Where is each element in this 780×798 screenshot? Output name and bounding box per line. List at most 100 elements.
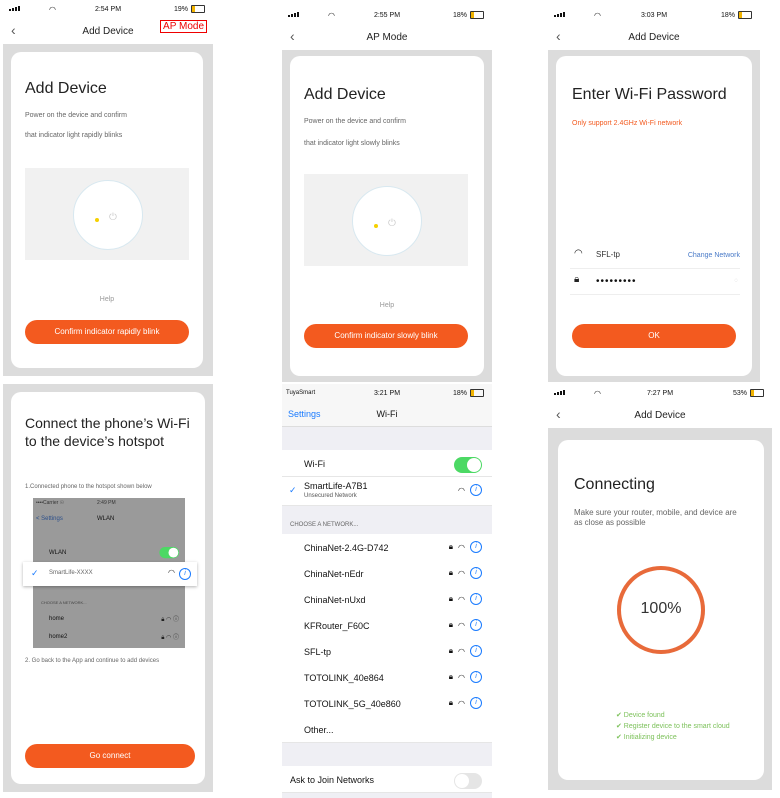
info-icon[interactable]: i <box>470 541 482 553</box>
indicator-light-icon <box>95 218 99 222</box>
connected-network-row[interactable]: ✓ SmartLife-A7B1 Unsecured Network ◠ i <box>282 477 492 506</box>
power-button-icon: ⏻ <box>109 212 117 223</box>
change-network-link[interactable]: Change Network <box>688 252 740 259</box>
confirm-rapid-blink-button[interactable]: Confirm indicator rapidly blink <box>25 320 189 344</box>
card-heading: Add Device <box>25 80 107 97</box>
network-row[interactable]: SFL-tp 🔒︎ ◠ i <box>282 638 492 665</box>
setup-step: ✔ Initializing device <box>616 734 677 741</box>
wifi-label: Wi-Fi <box>304 459 325 469</box>
info-icon: i <box>179 568 191 580</box>
wifi-icon: ◠ <box>168 568 175 577</box>
inner-wlan-row: WLAN <box>33 546 185 560</box>
lock-icon: 🔒︎ <box>448 568 454 577</box>
choose-network-header: CHOOSE A NETWORK... <box>290 522 359 528</box>
screen-ap-mode: ◠ 2:55 PM 18% ‹ AP Mode Add Device Power… <box>282 6 492 382</box>
info-icon[interactable]: i <box>470 567 482 579</box>
wifi-toggle[interactable] <box>454 457 482 473</box>
connecting-card: Connecting Make sure your router, mobile… <box>558 440 764 780</box>
ok-button[interactable]: OK <box>572 324 736 348</box>
battery-percent: 53% <box>732 389 747 397</box>
instruction-line-1: Power on the device and confirm <box>25 112 127 119</box>
info-icon[interactable]: i <box>470 645 482 657</box>
network-name: KFRouter_F60C <box>304 621 370 631</box>
network-row[interactable]: TOTOLINK_40e864 🔒︎ ◠ i <box>282 664 492 691</box>
divider <box>570 268 740 269</box>
connected-network-name: SmartLife-A7B1 <box>304 481 368 491</box>
instruction-card: Add Device Power on the device and confi… <box>290 56 484 376</box>
inner-wlan-label: WLAN <box>49 550 67 556</box>
battery-icon <box>470 11 484 19</box>
inner-home-label: home <box>49 616 65 622</box>
card-heading: Connect the phone’s Wi-Fi to the device’… <box>25 415 190 449</box>
hotspot-card: Connect the phone’s Wi-Fi to the device’… <box>11 392 205 784</box>
status-bar: ◠ 2:54 PM 19% <box>3 0 213 18</box>
battery-icon <box>738 11 752 19</box>
network-row[interactable]: TOTOLINK_5G_40e860 🔒︎ ◠ i <box>282 690 492 717</box>
wifi-icon: ◠ <box>458 485 465 495</box>
go-connect-button[interactable]: Go connect <box>25 744 195 768</box>
lock-icon: 🔒︎ <box>448 698 454 707</box>
help-link[interactable]: Help <box>290 302 484 309</box>
ask-join-row: Ask to Join Networks <box>282 766 492 793</box>
wifi-toggle-row: Wi-Fi <box>282 450 492 477</box>
inner-wlan-toggle <box>159 547 179 559</box>
highlighted-network-row: ✓ SmartLife-XXXX ◠ i <box>23 562 197 586</box>
connected-network-sub: Unsecured Network <box>304 493 357 499</box>
network-row[interactable]: ChinaNet-nUxd 🔒︎ ◠ i <box>282 586 492 613</box>
screen-connect-hotspot: Connect the phone’s Wi-Fi to the device’… <box>3 384 213 792</box>
step-2: 2. Go back to the App and continue to ad… <box>25 658 160 664</box>
ap-mode-link[interactable]: AP Mode <box>160 20 207 33</box>
check-icon: ✓ <box>31 568 39 578</box>
help-link[interactable]: Help <box>11 296 203 303</box>
inner-carrier: ••••Carrier ☉ <box>36 500 65 506</box>
network-row[interactable]: KFRouter_F60C 🔒︎ ◠ i <box>282 612 492 639</box>
ask-join-toggle[interactable] <box>454 773 482 789</box>
wifi-network-icon: ◠ <box>574 248 583 259</box>
instruction-line-2: that indicator light slowly blinks <box>304 140 400 147</box>
inner-home-icons: 🔒︎ ◠ ⓘ <box>161 617 179 623</box>
wifi-icon: ◠ <box>458 646 465 656</box>
battery-percent: 18% <box>452 389 467 397</box>
highlighted-network-label: SmartLife-XXXX <box>49 570 93 576</box>
device-illustration: ⏻ <box>304 174 468 266</box>
card-heading: Enter Wi-Fi Password <box>572 86 727 103</box>
divider <box>570 294 740 295</box>
check-icon: ✓ <box>289 485 297 495</box>
nav-bar: ‹ Add Device <box>548 24 760 50</box>
nav-title: Add Device <box>634 410 686 421</box>
card-heading: Connecting <box>574 476 655 493</box>
info-icon[interactable]: i <box>470 697 482 709</box>
step-1: 1.Connected phone to the hotspot shown b… <box>25 484 152 490</box>
lock-icon: 🔒︎ <box>448 594 454 603</box>
nav-bar: ‹ Add Device AP Mode <box>3 18 213 44</box>
nav-title: AP Mode <box>366 32 408 43</box>
network-row[interactable]: ChinaNet-2.4G-D742 🔒︎ ◠ i <box>282 534 492 561</box>
status-bar: ◠ 3:03 PM 18% <box>548 6 760 24</box>
lock-icon: 🔒︎ <box>448 646 454 655</box>
network-name: ChinaNet-nEdr <box>304 569 364 579</box>
network-row[interactable]: ChinaNet-nEdr 🔒︎ ◠ i <box>282 560 492 587</box>
battery-icon <box>750 389 764 397</box>
connecting-description: Make sure your router, mobile, and devic… <box>574 508 737 527</box>
battery-percent: 18% <box>452 11 467 19</box>
nav-title: Wi-Fi <box>376 409 398 419</box>
eye-icon[interactable]: ◌ <box>734 278 738 284</box>
status-bar: TuyaSmart 3:21 PM 18% <box>282 384 492 400</box>
frequency-note: Only support 2.4GHz Wi-Fi network <box>572 120 683 127</box>
info-icon[interactable]: i <box>470 484 482 496</box>
other-network-row[interactable]: Other... <box>282 716 492 743</box>
network-name: TOTOLINK_40e864 <box>304 673 384 683</box>
info-icon[interactable]: i <box>470 593 482 605</box>
lock-icon: 🔒︎ <box>448 542 454 551</box>
password-field[interactable]: ••••••••• <box>596 276 637 287</box>
confirm-slow-blink-button[interactable]: Confirm indicator slowly blink <box>304 324 468 348</box>
device-circle <box>73 180 143 250</box>
instruction-card: Add Device Power on the device and confi… <box>11 52 203 368</box>
indicator-light-icon <box>374 224 378 228</box>
info-icon[interactable]: i <box>470 671 482 683</box>
inner-home2-icons: 🔒︎ ◠ ⓘ <box>161 635 179 641</box>
inner-home2-row: home2 🔒︎ ◠ ⓘ <box>33 630 185 644</box>
lock-icon: 🔒︎ <box>448 620 454 629</box>
info-icon[interactable]: i <box>470 619 482 631</box>
inner-status-bar: ••••Carrier ☉ 2:49 PM <box>33 498 185 508</box>
